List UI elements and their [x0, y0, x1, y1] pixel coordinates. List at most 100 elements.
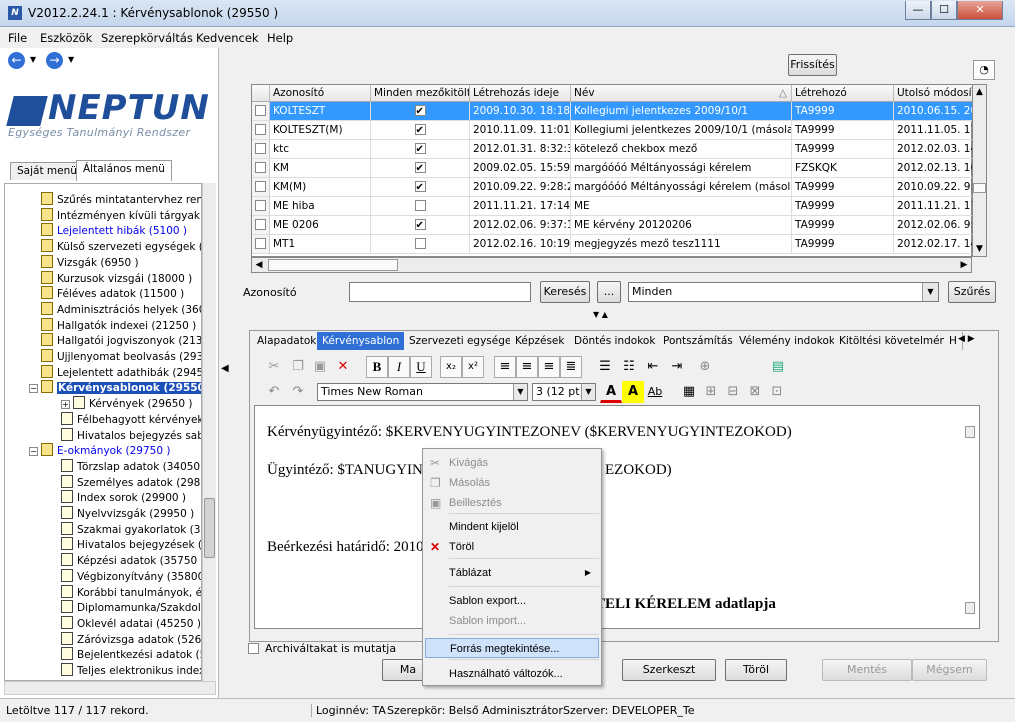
- row-select-checkbox[interactable]: [252, 102, 270, 121]
- undo-icon[interactable]: ↶: [263, 381, 285, 403]
- context-menu-item[interactable]: ❐ Másolás: [425, 473, 599, 493]
- scroll-right-icon[interactable]: ▶: [957, 258, 971, 272]
- justify-icon[interactable]: ≣: [560, 356, 582, 378]
- back-dropdown-icon[interactable]: ▼: [30, 55, 36, 64]
- editor-scroll-down[interactable]: [965, 602, 975, 614]
- delete-icon[interactable]: ✕: [332, 356, 354, 378]
- tree-item[interactable]: Hivatalos bejegyzések (3: [61, 537, 201, 553]
- subscript-icon[interactable]: x₂: [440, 356, 462, 378]
- tab-0[interactable]: Alapadatok: [252, 332, 323, 350]
- context-menu-item[interactable]: Mindent kijelöl: [425, 517, 599, 537]
- save-button[interactable]: Mentés: [822, 659, 912, 681]
- tree-item[interactable]: Korábbi tanulmányok, ére: [61, 584, 201, 601]
- delete-button[interactable]: Töröl: [725, 659, 787, 681]
- pane-splitter[interactable]: ◀: [218, 48, 230, 698]
- row-select-checkbox[interactable]: [252, 178, 270, 197]
- tree-item[interactable]: Záróvizsga adatok (5265: [61, 631, 201, 648]
- paste-icon[interactable]: ▣: [309, 356, 331, 378]
- tree-item[interactable]: Személyes adatok (29850: [61, 474, 201, 491]
- table-cell-all[interactable]: [371, 235, 470, 254]
- collapse-icon[interactable]: −: [29, 384, 38, 394]
- refresh-button[interactable]: Frissítés: [788, 54, 837, 76]
- azonosito-input[interactable]: [349, 282, 531, 302]
- menu-help[interactable]: Help: [267, 31, 293, 45]
- tree-item[interactable]: Nyelvvizsgák (29950 ): [61, 506, 194, 522]
- grid-scroll-thumb[interactable]: [973, 183, 986, 193]
- row-select-checkbox[interactable]: [252, 216, 270, 235]
- row-select-checkbox[interactable]: [252, 140, 270, 159]
- table-cell-all[interactable]: [371, 216, 470, 235]
- tree-item[interactable]: Lejelentett hibák (5100 ): [41, 223, 187, 239]
- all-fields-checkbox[interactable]: [414, 217, 426, 234]
- expand-icon[interactable]: +: [61, 400, 70, 410]
- table-cell-all[interactable]: [371, 102, 470, 121]
- delete-row-icon[interactable]: ⊠: [744, 381, 766, 403]
- edit-button[interactable]: Szerkeszt: [622, 659, 716, 681]
- scroll-left-icon[interactable]: ◀: [252, 258, 266, 272]
- table-properties-icon[interactable]: ▦: [678, 381, 700, 403]
- italic-icon[interactable]: I: [388, 356, 410, 378]
- tab-4[interactable]: Döntés indokok: [569, 332, 662, 350]
- spellcheck-icon[interactable]: Ab: [644, 381, 666, 403]
- context-menu-item[interactable]: Sablon export...: [425, 591, 599, 611]
- tab-7[interactable]: Kitöltési követelmény: [834, 332, 959, 350]
- context-menu-item[interactable]: ✕ Töröl: [425, 537, 599, 557]
- insert-image-icon[interactable]: ▤: [767, 356, 789, 378]
- tab-sajat-menu[interactable]: Saját menü: [10, 162, 84, 180]
- tree-item[interactable]: Ujjlenyomat beolvasás (29300: [41, 349, 201, 365]
- font-size-select[interactable]: 3 (12 pt) ▼: [532, 383, 596, 401]
- tree-item[interactable]: Külső szervezeti egységek (6: [41, 239, 201, 255]
- column-chooser-icon[interactable]: ◔: [973, 60, 995, 80]
- tree-item[interactable]: Oklevél adatai (45250 ): [61, 615, 201, 632]
- insert-row-icon[interactable]: ⊞: [700, 381, 722, 403]
- grid-horizontal-scrollbar[interactable]: ◀ ▶: [251, 257, 972, 273]
- font-chevron-down-icon[interactable]: ▼: [513, 384, 527, 400]
- forward-dropdown-icon[interactable]: ▼: [68, 55, 74, 64]
- tab-altalanos-menu[interactable]: Általános menü: [76, 160, 172, 181]
- scope-select[interactable]: Minden ▼: [628, 282, 939, 302]
- insert-column-icon[interactable]: ⊟: [722, 381, 744, 403]
- tab-6[interactable]: Vélemény indokok: [734, 332, 841, 350]
- tree-item[interactable]: Intézményen kívüli tárgyak (4: [41, 207, 201, 224]
- tab-3[interactable]: Képzések: [510, 332, 571, 350]
- outdent-icon[interactable]: ⇤: [642, 356, 664, 378]
- more-button[interactable]: ...: [597, 281, 621, 303]
- table-cell-all[interactable]: [371, 140, 470, 159]
- tree-item[interactable]: − E-okmányok (29750 ): [29, 443, 170, 459]
- grid-hscroll-thumb[interactable]: [268, 259, 398, 271]
- tree-scroll-thumb[interactable]: [204, 498, 215, 558]
- grid-header-letrehozo[interactable]: Létrehozó: [792, 85, 894, 102]
- cut-icon[interactable]: ✂: [263, 356, 285, 378]
- tree-item[interactable]: Hallgatói jogviszonyok (21300: [41, 333, 201, 349]
- grid-header-nev[interactable]: Név △: [571, 85, 792, 102]
- all-fields-checkbox[interactable]: [414, 179, 426, 196]
- superscript-icon[interactable]: x²: [462, 356, 484, 378]
- bullet-list-icon[interactable]: ☷: [618, 356, 640, 378]
- tree-item[interactable]: Szűrés mintatantervhez rende: [41, 192, 201, 208]
- tree-vertical-scrollbar[interactable]: [202, 183, 216, 681]
- highlight-color-icon[interactable]: A: [622, 381, 644, 403]
- tree-item[interactable]: + Kérvények (29650 ): [61, 396, 193, 412]
- all-fields-checkbox[interactable]: [414, 122, 426, 139]
- tab-5[interactable]: Pontszámítás: [658, 332, 739, 350]
- tree-item[interactable]: Féléves adatok (11500 ): [41, 286, 184, 302]
- align-left-icon[interactable]: ≡: [494, 356, 516, 378]
- collapse-icon[interactable]: −: [29, 447, 38, 457]
- grid-header-letrehozas[interactable]: Létrehozás ideje: [470, 85, 571, 102]
- tab-1[interactable]: Kérvénysablon: [317, 332, 406, 350]
- all-fields-checkbox[interactable]: [414, 141, 426, 158]
- context-menu-item[interactable]: Használható változók...: [425, 664, 599, 684]
- grid-header-select[interactable]: [252, 85, 270, 102]
- redo-icon[interactable]: ↷: [287, 381, 309, 403]
- grid-vertical-scrollbar[interactable]: ▲ ▼: [972, 84, 987, 257]
- tree-item[interactable]: Hallgatók indexei (21250 ): [41, 317, 196, 334]
- grid-header-azonosito[interactable]: Azonosító: [270, 85, 371, 102]
- close-button[interactable]: ✕: [957, 1, 1003, 20]
- context-menu-item[interactable]: ✂ Kivágás: [425, 453, 599, 473]
- tree-item[interactable]: Lejelentett adathibák (29450: [41, 364, 201, 381]
- tree-item[interactable]: Adminisztrációs helyek (3600: [41, 301, 201, 318]
- context-menu-item[interactable]: Sablon import...: [425, 611, 599, 631]
- table-cell-all[interactable]: [371, 197, 470, 216]
- context-menu-item[interactable]: Táblázat ▶: [425, 563, 599, 583]
- scroll-down-icon[interactable]: ▼: [973, 242, 986, 256]
